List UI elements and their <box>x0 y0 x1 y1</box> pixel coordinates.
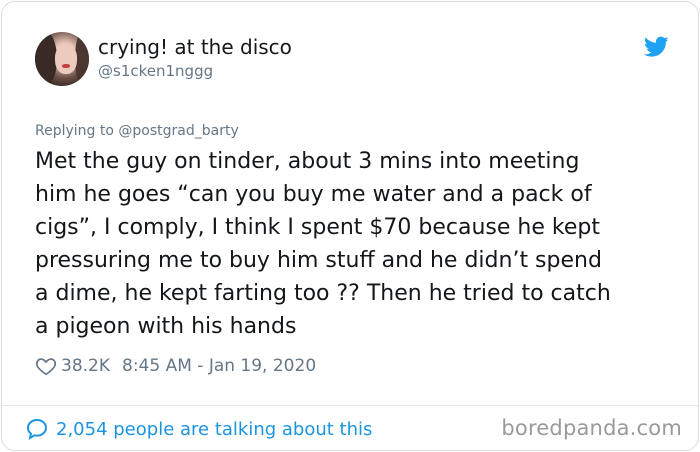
watermark-logo: boredpanda.com <box>501 416 682 440</box>
like-count[interactable]: 38.2K <box>61 356 110 376</box>
avatar-lips <box>62 64 70 68</box>
avatar-hair-left <box>35 32 57 86</box>
tweet-text: Met the guy on tinder, about 3 mins into… <box>35 145 675 343</box>
heart-icon[interactable] <box>35 355 57 377</box>
display-name[interactable]: crying! at the disco <box>98 35 292 59</box>
talking-about-link[interactable]: 2,054 people are talking about this <box>25 416 372 442</box>
tweet-timestamp[interactable]: 8:45 AM - Jan 19, 2020 <box>122 356 316 376</box>
tweet-card: crying! at the disco @s1cken1nggg Replyi… <box>1 1 699 451</box>
talking-about-text: 2,054 people are talking about this <box>56 418 373 440</box>
avatar-face <box>55 44 77 74</box>
replying-mention-link[interactable]: @postgrad_barty <box>118 123 238 139</box>
avatar-hair-right <box>75 32 89 86</box>
avatar[interactable] <box>35 32 89 86</box>
tweet-line: a dime, he kept farting too ?? Then he t… <box>35 281 611 306</box>
tweet-line: a pigeon with his hands <box>35 314 297 339</box>
tweet-line: cigs”, I comply, I think I spent $70 bec… <box>35 215 600 240</box>
user-handle[interactable]: @s1cken1nggg <box>98 62 213 80</box>
tweet-line: him he goes “can you buy me water and a … <box>35 182 592 207</box>
replying-to: Replying to @postgrad_barty <box>35 123 239 139</box>
replying-prefix: Replying to <box>35 123 114 139</box>
twitter-bird-icon[interactable] <box>644 36 669 58</box>
speech-bubble-icon <box>25 417 49 441</box>
divider <box>2 405 698 406</box>
tweet-meta: 38.2K 8:45 AM - Jan 19, 2020 <box>35 353 316 379</box>
tweet-line: Met the guy on tinder, about 3 mins into… <box>35 149 580 174</box>
tweet-line: pressuring me to buy him stuff and he di… <box>35 248 602 273</box>
